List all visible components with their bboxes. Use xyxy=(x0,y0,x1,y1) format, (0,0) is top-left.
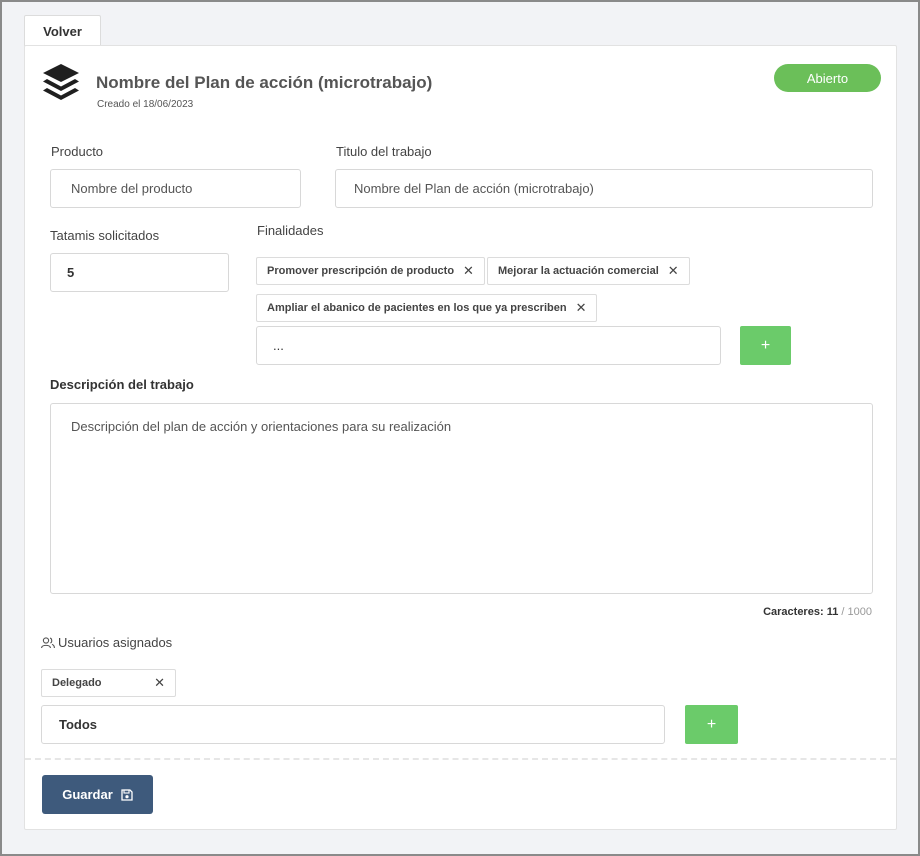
users-label-row: Usuarios asignados xyxy=(41,635,172,650)
purpose-chip: Mejorar la actuación comercial ✕ xyxy=(487,257,690,285)
purposes-label: Finalidades xyxy=(257,223,324,238)
counter-current: 11 xyxy=(826,606,839,618)
description-textarea[interactable]: Descripción del plan de acción y orienta… xyxy=(50,403,873,594)
close-icon[interactable]: ✕ xyxy=(154,675,165,691)
footer-divider xyxy=(25,758,896,760)
job-title-input[interactable]: Nombre del Plan de acción (microtrabajo) xyxy=(335,169,873,208)
description-label: Descripción del trabajo xyxy=(50,377,194,392)
character-counter: Caracteres: 11 / 1000 xyxy=(763,606,872,618)
page-title: Nombre del Plan de acción (microtrabajo) xyxy=(96,73,433,92)
save-button[interactable]: Guardar xyxy=(42,775,153,814)
back-tab[interactable]: Volver xyxy=(24,15,101,46)
created-date: Creado el 18/06/2023 xyxy=(97,99,194,110)
floppy-disk-icon xyxy=(121,788,133,801)
purpose-chip: Promover prescripción de producto ✕ xyxy=(256,257,485,285)
tatamis-label: Tatamis solicitados xyxy=(50,228,160,243)
close-icon[interactable]: ✕ xyxy=(576,300,587,316)
close-icon[interactable]: ✕ xyxy=(463,263,474,279)
close-icon[interactable]: ✕ xyxy=(668,263,679,279)
layers-icon xyxy=(43,64,79,100)
purpose-input[interactable]: ... xyxy=(256,326,721,365)
purpose-chip-label: Ampliar el abanico de pacientes en los q… xyxy=(267,302,567,314)
users-input[interactable]: Todos xyxy=(41,705,665,744)
job-title-label: Titulo del trabajo xyxy=(336,144,432,159)
purpose-chip-label: Mejorar la actuación comercial xyxy=(498,265,659,277)
users-label: Usuarios asignados xyxy=(58,635,173,650)
purpose-chip: Ampliar el abanico de pacientes en los q… xyxy=(256,294,598,322)
counter-separator: / xyxy=(841,606,845,618)
users-icon xyxy=(41,636,55,648)
tatamis-input[interactable]: 5 xyxy=(50,253,229,292)
add-user-button[interactable]: + xyxy=(685,705,738,744)
add-purpose-button[interactable]: + xyxy=(740,326,791,365)
save-label: Guardar xyxy=(62,787,113,802)
plan-card: Nombre del Plan de acción (microtrabajo)… xyxy=(24,45,897,830)
product-input[interactable]: Nombre del producto xyxy=(50,169,301,208)
product-label: Producto xyxy=(51,144,104,159)
user-chip: Delegado ✕ xyxy=(41,669,176,697)
counter-label: Caracteres: xyxy=(763,606,824,618)
counter-max: 1000 xyxy=(847,606,872,618)
status-badge: Abierto xyxy=(774,64,881,92)
purpose-chip-label: Promover prescripción de producto xyxy=(267,265,455,277)
user-chip-label: Delegado xyxy=(52,677,102,689)
